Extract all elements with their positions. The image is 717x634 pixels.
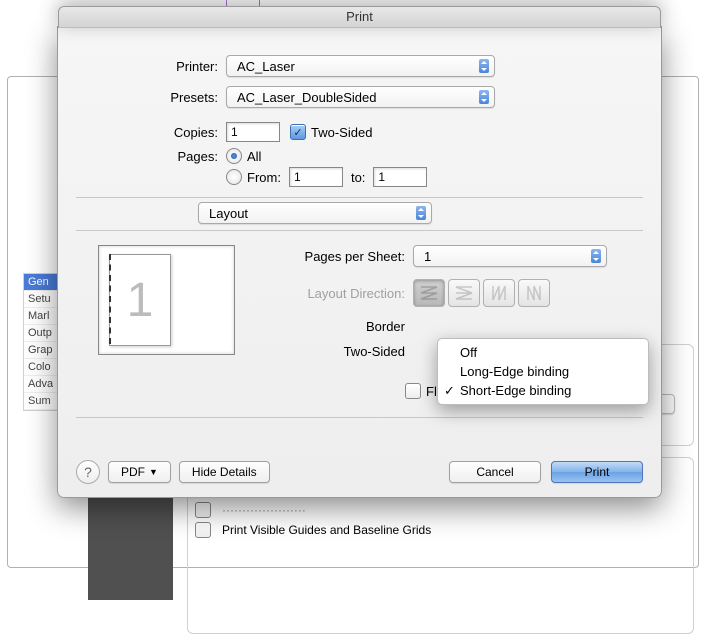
pages-all-radio[interactable]	[226, 148, 242, 164]
hide-details-label: Hide Details	[192, 465, 257, 479]
preview-page-number: 1	[110, 273, 170, 328]
checkbox-icon	[195, 502, 211, 518]
background-checkbox-row: Print Visible Guides and Baseline Grids	[195, 522, 431, 538]
dialog-title: Print	[58, 6, 661, 28]
pages-from-radio[interactable]	[226, 169, 242, 185]
printer-select[interactable]: AC_Laser	[226, 55, 495, 77]
pages-from-input[interactable]	[289, 167, 343, 187]
presets-label: Presets:	[58, 90, 226, 105]
cancel-label: Cancel	[476, 465, 513, 479]
print-dialog: Print Printer: AC_Laser Presets: AC_Lase…	[57, 26, 662, 498]
layout-dir-s-icon[interactable]	[448, 279, 480, 307]
pages-from-label: From:	[247, 170, 281, 185]
copies-input[interactable]	[226, 122, 280, 142]
two-sided-dropdown-menu: Off Long-Edge binding ✓ Short-Edge bindin…	[437, 338, 649, 405]
two-sided-label: Two-Sided	[311, 125, 372, 140]
pdf-menu-button[interactable]: PDF ▼	[108, 461, 171, 483]
print-button[interactable]: Print	[551, 461, 643, 483]
presets-value: AC_Laser_DoubleSided	[237, 90, 376, 105]
hide-details-button[interactable]: Hide Details	[179, 461, 270, 483]
background-label: ·····················	[222, 503, 306, 517]
background-preview	[88, 490, 173, 600]
menu-item-label: Long-Edge binding	[460, 364, 569, 379]
chevron-down-icon: ▼	[149, 467, 158, 477]
to-label: to:	[343, 170, 373, 185]
check-icon: ✓	[444, 383, 455, 399]
pages-all-label: All	[247, 149, 261, 164]
section-select[interactable]: Layout	[198, 202, 432, 224]
copies-label: Copies:	[58, 125, 226, 140]
menu-item-label: Off	[460, 345, 477, 360]
cancel-button[interactable]: Cancel	[449, 461, 541, 483]
pages-per-sheet-select[interactable]: 1	[413, 245, 607, 267]
layout-dir-z-icon[interactable]	[413, 279, 445, 307]
menu-item-short-edge[interactable]: ✓ Short-Edge binding	[438, 381, 648, 400]
pages-label: Pages:	[58, 149, 226, 164]
layout-dir-rn-icon[interactable]	[518, 279, 550, 307]
layout-direction-label: Layout Direction:	[255, 286, 413, 301]
pdf-label: PDF	[121, 465, 145, 479]
pps-value: 1	[424, 249, 431, 264]
checkbox-icon	[195, 522, 211, 538]
printer-label: Printer:	[58, 59, 226, 74]
menu-item-off[interactable]: Off	[438, 343, 648, 362]
flip-horizontally-checkbox[interactable]	[405, 383, 421, 399]
two-sided-option-label: Two-Sided	[255, 344, 413, 359]
pages-to-input[interactable]	[373, 167, 427, 187]
menu-item-long-edge[interactable]: Long-Edge binding	[438, 362, 648, 381]
printer-value: AC_Laser	[237, 59, 295, 74]
two-sided-checkbox[interactable]: ✓	[290, 124, 306, 140]
background-checkbox-row: ·····················	[195, 502, 306, 518]
layout-direction-group	[413, 279, 550, 307]
layout-dir-n-icon[interactable]	[483, 279, 515, 307]
presets-select[interactable]: AC_Laser_DoubleSided	[226, 86, 495, 108]
print-label: Print	[585, 465, 610, 479]
section-value: Layout	[209, 206, 248, 221]
pps-label: Pages per Sheet:	[255, 249, 413, 264]
background-label: Print Visible Guides and Baseline Grids	[222, 523, 431, 537]
layout-preview: 1	[98, 245, 235, 355]
menu-item-label: Short-Edge binding	[460, 383, 571, 398]
border-label: Border	[255, 319, 413, 334]
help-button[interactable]: ?	[76, 460, 100, 484]
